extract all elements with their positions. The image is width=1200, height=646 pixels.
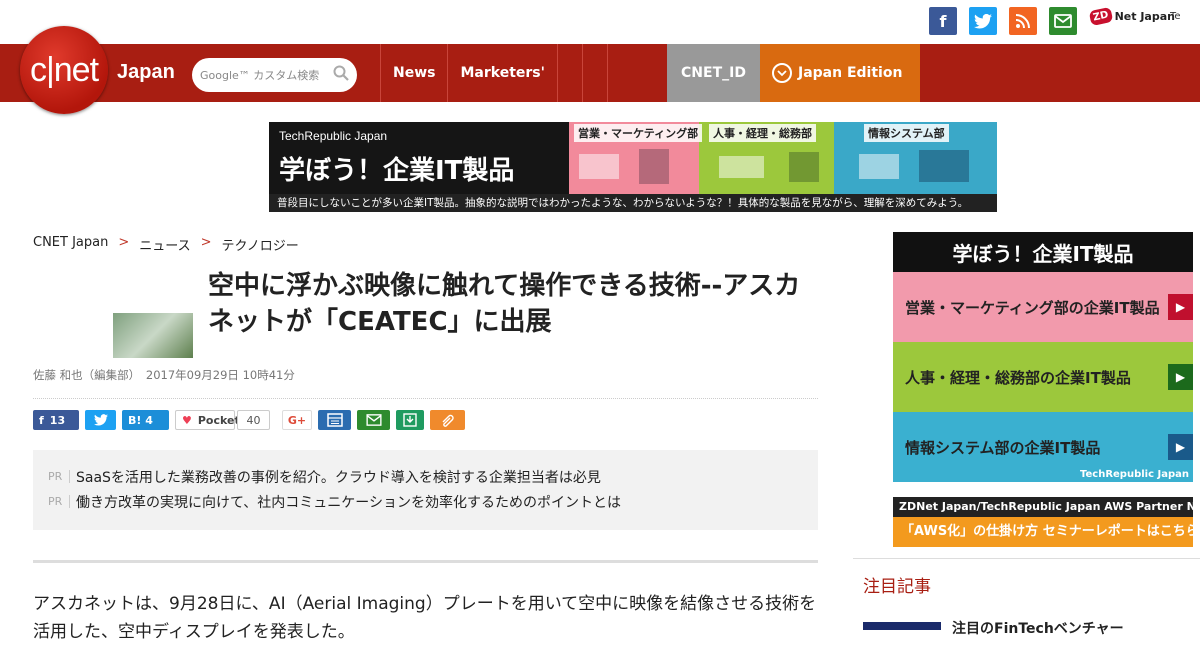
facebook-icon[interactable]: f <box>929 7 957 35</box>
pr-link[interactable]: PR 働き方改革の実現に向けて、社内コミュニケーションを効率化するためのポイント… <box>48 489 818 514</box>
pocket-count: 40 <box>237 410 270 430</box>
mail-icon[interactable] <box>1049 7 1077 35</box>
sidebar-ad-it-link[interactable]: 情報システム部の企業IT製品 ▶ TechRepublic Japan <box>893 412 1193 482</box>
search-input[interactable]: Google™ カスタム検索 <box>200 67 328 83</box>
chevron-right-icon: ▶ <box>1168 294 1193 320</box>
aws-banner-text: 「AWS化」の仕掛け方 セミナーレポートはこちら <box>893 517 1193 547</box>
print-icon <box>326 413 343 427</box>
facebook-icon-glyph: f <box>939 11 947 31</box>
article-byline: 佐藤 和也（編集部） 2017年09月29日 10時41分 <box>33 368 295 382</box>
banner-brand: TechRepublic Japan <box>279 129 388 143</box>
banner-tab-it: 情報システム部 <box>864 124 949 142</box>
breadcrumb-separator: > <box>118 235 130 250</box>
pocket-label: Pocket <box>197 413 240 427</box>
facebook-share-count: 13 <box>49 413 66 427</box>
zdnet-label: Net Japan <box>1114 10 1175 23</box>
twitter-share-button[interactable] <box>85 410 116 430</box>
techrepublic-label: Te <box>1170 11 1181 22</box>
rss-feed-icon <box>1015 14 1030 29</box>
sidebar-ad-sales-link[interactable]: 営業・マーケティング部の企業IT製品 ▶ <box>893 272 1193 342</box>
pr-link-text[interactable]: SaaSを活用した業務改善の事例を紹介。クラウド導入を検討する企業担当者は必見 <box>76 467 601 487</box>
breadcrumb: CNET Japan > ニュース > テクノロジー <box>33 235 299 254</box>
zdnet-logo-mark: ZD <box>1088 6 1113 27</box>
top-utility-bar: f ZD Net Japan Te <box>0 0 1200 44</box>
sidebar-divider <box>853 558 1200 559</box>
search-icon[interactable] <box>333 65 349 81</box>
sidebar-ad-title: 学ぼう！企業IT製品 <box>893 232 1193 272</box>
top-banner-ad[interactable]: TechRepublic Japan 学ぼう！企業IT製品 営業・マーケティング… <box>269 122 997 212</box>
chevron-right-icon: ▶ <box>1168 434 1193 460</box>
edition-selector[interactable]: Japan Edition <box>760 44 920 102</box>
hatena-bookmark-button[interactable]: B! 4 <box>122 410 169 430</box>
divider <box>33 398 818 399</box>
article-thumbnail <box>113 313 193 358</box>
sidebar-ad-sales-label: 営業・マーケティング部の企業IT製品 <box>905 298 1160 317</box>
envelope-icon <box>1054 14 1072 28</box>
share-bar: f 13 B! 4 ♥ Pocket 40 G+ <box>33 410 465 430</box>
cnet-logo[interactable]: c|net <box>20 26 108 114</box>
banner-caption: 普段目にしないことが多い企業IT製品。抽象的な説明ではわかったような、わからない… <box>269 194 997 212</box>
nav-item-marketers[interactable]: Marketers' <box>447 44 556 102</box>
breadcrumb-news[interactable]: ニュース <box>139 235 190 254</box>
breadcrumb-technology[interactable]: テクノロジー <box>222 235 299 254</box>
banner-title: 学ぼう！企業IT製品 <box>279 156 515 186</box>
clip-button[interactable] <box>430 410 465 430</box>
page-title: 空中に浮かぶ映像に触れて操作できる技術--アスカネットが「CEATEC」に出展 <box>208 271 801 337</box>
rss-icon[interactable] <box>1009 7 1037 35</box>
paperclip-icon <box>442 414 454 427</box>
sidebar-item-link[interactable]: 注目のFinTechベンチャー <box>952 618 1124 638</box>
sidebar-ad[interactable]: 学ぼう！企業IT製品 営業・マーケティング部の企業IT製品 ▶ 人事・経理・総務… <box>893 232 1193 482</box>
cnet-logo-text: c|net <box>29 50 99 89</box>
nav-item-empty-2[interactable] <box>581 44 607 102</box>
sidebar-ad-hr-link[interactable]: 人事・経理・総務部の企業IT製品 ▶ <box>893 342 1193 412</box>
download-button[interactable] <box>396 410 424 430</box>
chevron-right-icon: ▶ <box>1168 364 1193 390</box>
google-plus-button[interactable]: G+ <box>282 410 312 430</box>
twitter-icon[interactable] <box>969 7 997 35</box>
pr-tag: PR <box>48 495 70 508</box>
article-body: アスカネットは、9月28日に、AI（Aerial Imaging）プレートを用い… <box>33 594 817 642</box>
zdnet-japan-link[interactable]: ZD Net Japan <box>1088 6 1175 27</box>
sidebar-section-title: 注目記事 <box>863 577 931 597</box>
aws-banner-header: ZDNet Japan/TechRepublic Japan AWS Partn… <box>893 497 1193 517</box>
twitter-icon <box>93 414 108 426</box>
cnet-id-button[interactable]: CNET_ID <box>667 44 760 102</box>
pr-tag: PR <box>48 470 70 483</box>
pr-link-text[interactable]: 働き方改革の実現に向けて、社内コミュニケーションを効率化するためのポイントとは <box>76 492 621 512</box>
nav-item-empty-1[interactable] <box>556 44 582 102</box>
aws-banner-ad[interactable]: ZDNet Japan/TechRepublic Japan AWS Partn… <box>893 497 1193 547</box>
pocket-icon: ♥ <box>182 413 192 427</box>
nav-item-empty-3[interactable] <box>606 44 632 102</box>
pr-link[interactable]: PR SaaSを活用した業務改善の事例を紹介。クラウド導入を検討する企業担当者は… <box>48 464 818 489</box>
nav-item-news[interactable]: News <box>380 44 447 102</box>
pocket-button[interactable]: ♥ Pocket <box>175 410 240 430</box>
search-box[interactable]: Google™ カスタム検索 <box>192 58 357 92</box>
sidebar-ad-it-label: 情報システム部の企業IT製品 <box>905 438 1101 457</box>
twitter-bird-icon <box>974 13 992 29</box>
sidebar-ad-hr-label: 人事・経理・総務部の企業IT製品 <box>905 368 1131 387</box>
chevron-down-icon <box>772 63 792 83</box>
banner-illustration <box>579 149 969 184</box>
breadcrumb-separator: > <box>200 235 212 250</box>
email-share-button[interactable] <box>357 410 390 430</box>
sidebar-ad-credit: TechRepublic Japan <box>1080 469 1189 480</box>
breadcrumb-home[interactable]: CNET Japan <box>33 235 108 254</box>
facebook-icon: f <box>39 413 44 427</box>
sidebar-item-thumbnail[interactable] <box>863 622 941 630</box>
download-icon <box>403 413 417 427</box>
edition-label: Japan Edition <box>798 65 903 81</box>
envelope-icon <box>365 414 382 426</box>
facebook-share-button[interactable]: f 13 <box>33 410 79 430</box>
banner-tab-sales: 営業・マーケティング部 <box>574 124 703 142</box>
techrepublic-link[interactable]: Te <box>1170 11 1181 22</box>
banner-tab-hr: 人事・経理・総務部 <box>709 124 816 142</box>
pr-links-box: PR SaaSを活用した業務改善の事例を紹介。クラウド導入を検討する企業担当者は… <box>33 450 818 530</box>
print-button[interactable] <box>318 410 351 430</box>
article-separator <box>33 560 818 563</box>
nav-menu: News Marketers' <box>380 44 632 102</box>
cnet-logo-suffix[interactable]: Japan <box>117 61 175 84</box>
